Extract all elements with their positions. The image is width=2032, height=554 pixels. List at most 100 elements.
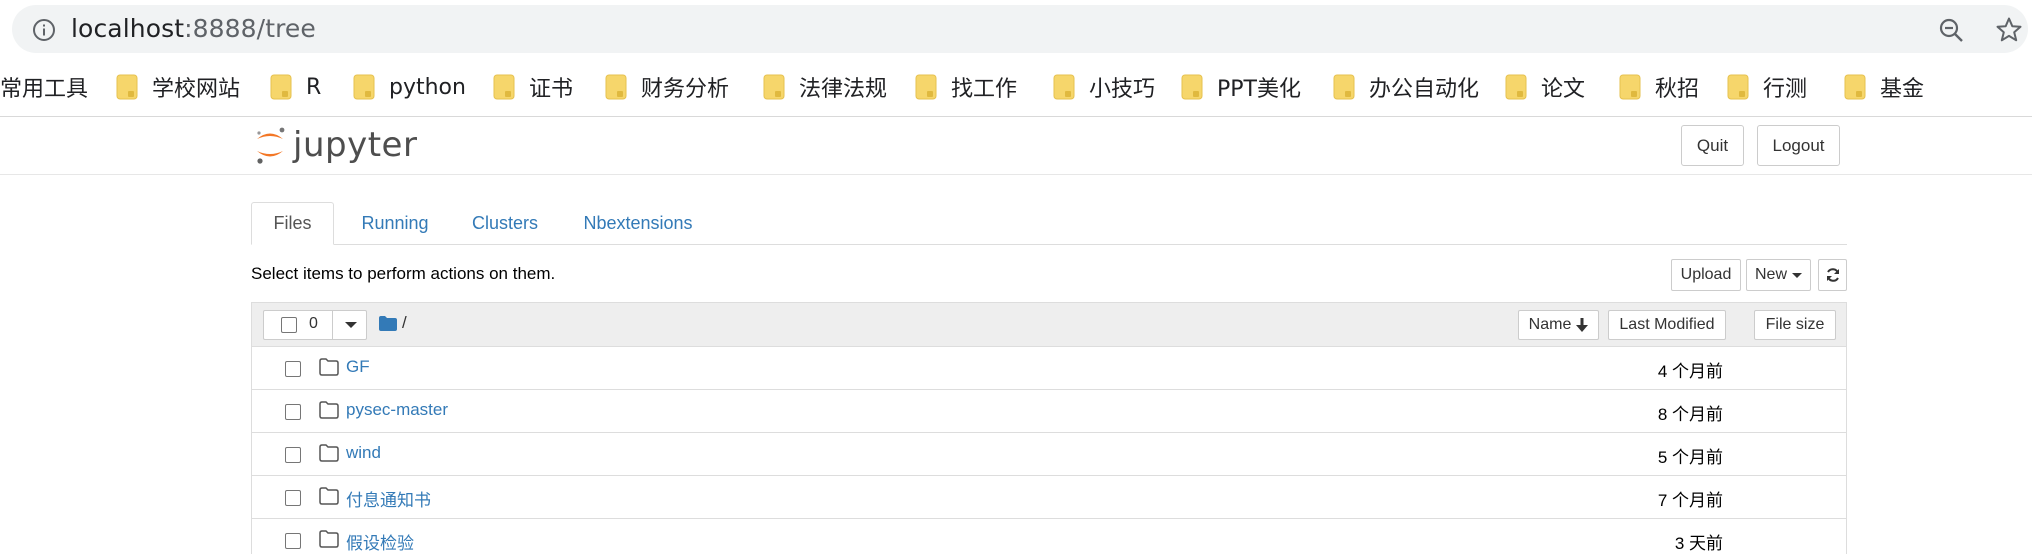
url-path: :8888/tree <box>184 14 316 43</box>
sort-file-size-button[interactable]: File size <box>1754 310 1836 340</box>
list-item[interactable]: pysec-master 8 个月前 <box>252 390 1846 433</box>
folder-open-icon[interactable] <box>379 316 397 331</box>
bookmark-label: 财务分析 <box>641 77 730 102</box>
list-item[interactable]: wind 5 个月前 <box>252 433 1846 476</box>
bookmark-item[interactable]: 论文 <box>1505 70 1585 104</box>
arrow-down-icon <box>1576 318 1589 332</box>
folder-icon <box>270 74 292 100</box>
new-dropdown-button[interactable]: New <box>1746 259 1811 291</box>
item-modified: 7 个月前 <box>1657 491 1723 510</box>
folder-icon <box>1053 74 1075 100</box>
item-name-link[interactable]: GF <box>346 357 370 377</box>
file-list: 0 / Name Last Modified File size GF 4 个月前… <box>251 302 1847 554</box>
bookmark-item[interactable]: 行测 <box>1727 70 1807 104</box>
bookmark-item[interactable]: 小技巧 <box>1053 70 1155 104</box>
instructions-text: Select items to perform actions on them. <box>251 264 556 283</box>
quit-button[interactable]: Quit <box>1681 125 1744 166</box>
tab-bar: Files Running Clusters Nbextensions <box>251 202 1847 245</box>
caret-down-icon <box>1792 272 1802 278</box>
folder-icon <box>1619 74 1641 100</box>
bookmark-label: 找工作 <box>951 77 1018 102</box>
bookmark-label: 办公自动化 <box>1369 77 1480 102</box>
jupyter-logo[interactable]: jupyter <box>253 123 417 167</box>
zoom-out-icon[interactable] <box>1938 17 1964 43</box>
bookmark-label: 小技巧 <box>1089 77 1156 102</box>
url-host: localhost <box>71 14 185 43</box>
item-name-link[interactable]: wind <box>346 443 381 463</box>
bookmark-label: 学校网站 <box>152 77 241 102</box>
breadcrumb-root[interactable]: / <box>402 313 407 333</box>
tab-nbextensions[interactable]: Nbextensions <box>573 202 703 244</box>
new-label: New <box>1754 266 1787 283</box>
bookmark-label: R <box>306 74 322 100</box>
sort-last-modified-button[interactable]: Last Modified <box>1608 310 1726 340</box>
select-all-checkbox[interactable] <box>281 317 297 333</box>
list-item[interactable]: GF 4 个月前 <box>252 347 1846 390</box>
bookmark-item[interactable]: 找工作 <box>915 70 1017 104</box>
bookmark-label: 基金 <box>1880 77 1925 102</box>
bookmark-item[interactable]: python <box>353 70 466 104</box>
item-modified: 4 个月前 <box>1657 362 1723 381</box>
refresh-button[interactable] <box>1818 259 1847 291</box>
bookmarks-bar: 常用工具 学校网站 Rpython 证书 财务分析 法律法规 找工作 小技巧 PPT美化 办公自动… <box>0 62 2032 112</box>
logout-button[interactable]: Logout <box>1757 125 1840 166</box>
bookmark-item[interactable]: 法律法规 <box>763 70 887 104</box>
item-modified: 3 天前 <box>1674 534 1723 553</box>
folder-icon <box>319 530 339 548</box>
folder-icon <box>116 74 138 100</box>
folder-icon <box>605 74 627 100</box>
address-bar[interactable]: localhost:8888/tree <box>12 5 2028 53</box>
logo-text: jupyter <box>293 125 418 165</box>
bookmark-item[interactable]: 基金 <box>1844 70 1924 104</box>
folder-icon <box>319 401 339 419</box>
list-item[interactable]: 付息通知书 7 个月前 <box>252 476 1846 519</box>
caret-down-icon <box>345 322 357 328</box>
list-item[interactable]: 假设检验 3 天前 <box>252 519 1846 554</box>
bookmark-item[interactable]: 证书 <box>493 70 573 104</box>
item-checkbox[interactable] <box>285 490 301 506</box>
folder-icon <box>493 74 515 100</box>
select-all-group: 0 <box>263 310 367 340</box>
item-modified: 5 个月前 <box>1657 448 1723 467</box>
bookmark-item[interactable]: R <box>270 70 321 104</box>
tab-clusters[interactable]: Clusters <box>461 202 549 244</box>
bookmark-label: 秋招 <box>1655 77 1700 102</box>
selected-count: 0 <box>309 315 318 332</box>
sort-name-button[interactable]: Name <box>1518 310 1599 340</box>
item-checkbox[interactable] <box>285 404 301 420</box>
item-checkbox[interactable] <box>285 447 301 463</box>
bookmark-item[interactable]: 秋招 <box>1619 70 1699 104</box>
bookmark-label: 证书 <box>529 77 574 102</box>
tab-files[interactable]: Files <box>251 202 334 245</box>
bookmark-item[interactable]: PPT美化 <box>1181 70 1301 104</box>
url-text[interactable]: localhost:8888/tree <box>71 14 316 43</box>
folder-icon <box>353 74 375 100</box>
folder-icon <box>319 358 339 376</box>
folder-icon <box>1333 74 1355 100</box>
tab-running[interactable]: Running <box>346 202 444 244</box>
upload-button[interactable]: Upload <box>1671 259 1741 291</box>
item-name-link[interactable]: 付息通知书 <box>346 486 431 511</box>
bookmark-star-icon[interactable] <box>1995 16 2023 44</box>
select-dropdown-button[interactable] <box>332 310 368 340</box>
folder-icon <box>1181 74 1203 100</box>
folder-icon <box>1844 74 1866 100</box>
item-checkbox[interactable] <box>285 361 301 377</box>
info-icon[interactable] <box>32 18 56 42</box>
folder-icon <box>763 74 785 100</box>
folder-icon <box>1727 74 1749 100</box>
folder-icon <box>319 444 339 462</box>
folder-icon <box>915 74 937 100</box>
item-name-link[interactable]: pysec-master <box>346 400 448 420</box>
item-checkbox[interactable] <box>285 533 301 549</box>
item-name-link[interactable]: 假设检验 <box>346 529 414 554</box>
jupyter-logo-icon <box>257 127 285 164</box>
folder-icon <box>319 487 339 505</box>
bookmark-label: PPT美化 <box>1217 77 1301 102</box>
bookmark-item[interactable]: 办公自动化 <box>1333 70 1479 104</box>
refresh-icon <box>1826 268 1839 282</box>
folder-icon <box>1505 74 1527 100</box>
bookmark-item[interactable]: 常用工具 <box>0 70 88 104</box>
bookmark-item[interactable]: 财务分析 <box>605 70 729 104</box>
bookmark-item[interactable]: 学校网站 <box>116 70 240 104</box>
